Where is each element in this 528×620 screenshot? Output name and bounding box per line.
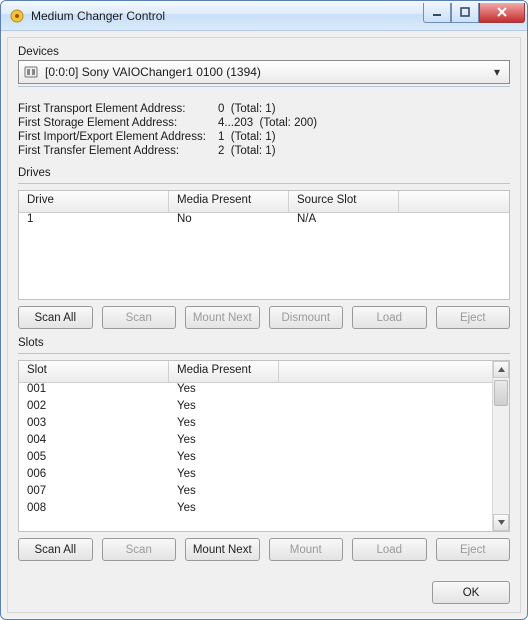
address-info: First Transport Element Address: 0 (Tota… — [18, 103, 510, 157]
first-storage-value: 4...203 (Total: 200) — [218, 117, 510, 129]
close-button[interactable] — [479, 3, 525, 23]
scroll-down-icon[interactable] — [493, 514, 509, 531]
slots-scan-all-button[interactable]: Scan All — [18, 538, 93, 561]
first-transfer-label: First Transfer Element Address: — [18, 145, 218, 157]
cell-media-present: Yes — [169, 383, 279, 400]
cell-media-present: Yes — [169, 485, 279, 502]
slots-mount-button[interactable]: Mount — [269, 538, 344, 561]
window-controls — [423, 3, 525, 23]
slots-mount-next-button[interactable]: Mount Next — [185, 538, 260, 561]
cell-media-present: Yes — [169, 400, 279, 417]
minimize-button[interactable] — [423, 3, 451, 23]
cell-slot: 006 — [19, 468, 169, 485]
device-selected-text: [0:0:0] Sony VAIOChanger1 0100 (1394) — [45, 65, 483, 79]
table-row[interactable]: 005Yes — [19, 451, 492, 468]
col-slot[interactable]: Slot — [19, 361, 169, 382]
divider — [18, 86, 510, 87]
slots-scrollbar[interactable] — [492, 361, 509, 531]
scrollbar-thumb[interactable] — [494, 380, 508, 406]
divider — [18, 183, 510, 184]
drives-button-row: Scan All Scan Mount Next Dismount Load E… — [18, 306, 510, 329]
cell-media-present: Yes — [169, 451, 279, 468]
window-title: Medium Changer Control — [31, 9, 417, 23]
slots-eject-button[interactable]: Eject — [436, 538, 511, 561]
first-importexport-value: 1 (Total: 1) — [218, 131, 510, 143]
cell-media-present: Yes — [169, 434, 279, 451]
scroll-up-icon[interactable] — [493, 361, 509, 378]
titlebar[interactable]: Medium Changer Control — [1, 1, 527, 31]
footer-row: OK — [18, 581, 510, 604]
table-row[interactable]: 003Yes — [19, 417, 492, 434]
drives-scan-button[interactable]: Scan — [102, 306, 177, 329]
col-spacer — [399, 191, 509, 212]
first-importexport-label: First Import/Export Element Address: — [18, 131, 218, 143]
drives-dismount-button[interactable]: Dismount — [269, 306, 344, 329]
cell-slot: 007 — [19, 485, 169, 502]
devices-label: Devices — [18, 46, 510, 60]
cell-slot: 002 — [19, 400, 169, 417]
drives-grid[interactable]: Drive Media Present Source Slot 1NoN/A — [18, 190, 510, 300]
cell-slot: 003 — [19, 417, 169, 434]
cell-slot: 008 — [19, 502, 169, 519]
cell-media-present: Yes — [169, 502, 279, 519]
cell-slot: 001 — [19, 383, 169, 400]
slots-header: Slot Media Present — [19, 361, 492, 383]
device-select[interactable]: [0:0:0] Sony VAIOChanger1 0100 (1394) ▾ — [18, 60, 510, 84]
ok-button[interactable]: OK — [432, 581, 510, 604]
first-transport-value: 0 (Total: 1) — [218, 103, 510, 115]
cell-media-present: Yes — [169, 468, 279, 485]
drives-scan-all-button[interactable]: Scan All — [18, 306, 93, 329]
col-media-present[interactable]: Media Present — [169, 361, 279, 382]
maximize-button[interactable] — [451, 3, 479, 23]
slots-load-button[interactable]: Load — [352, 538, 427, 561]
slots-button-row: Scan All Scan Mount Next Mount Load Ejec… — [18, 538, 510, 561]
table-row[interactable]: 1NoN/A — [19, 213, 509, 230]
col-spacer — [279, 361, 492, 382]
divider — [18, 353, 510, 354]
first-transfer-value: 2 (Total: 1) — [218, 145, 510, 157]
drives-load-button[interactable]: Load — [352, 306, 427, 329]
cell-media-present: Yes — [169, 417, 279, 434]
drives-label: Drives — [18, 167, 510, 181]
slots-label: Slots — [18, 337, 510, 351]
table-row[interactable]: 004Yes — [19, 434, 492, 451]
client-area: Devices [0:0:0] Sony VAIOChanger1 0100 (… — [7, 37, 521, 613]
slots-grid[interactable]: Slot Media Present 001Yes002Yes003Yes004… — [18, 360, 510, 532]
cell-drive: 1 — [19, 213, 169, 230]
table-row[interactable]: 007Yes — [19, 485, 492, 502]
table-row[interactable]: 002Yes — [19, 400, 492, 417]
drives-header: Drive Media Present Source Slot — [19, 191, 509, 213]
table-row[interactable]: 006Yes — [19, 468, 492, 485]
table-row[interactable]: 001Yes — [19, 383, 492, 400]
col-media-present[interactable]: Media Present — [169, 191, 289, 212]
cell-slot: 004 — [19, 434, 169, 451]
first-transport-label: First Transport Element Address: — [18, 103, 218, 115]
drives-eject-button[interactable]: Eject — [436, 306, 511, 329]
cell-source-slot: N/A — [289, 213, 399, 230]
tape-changer-icon — [23, 64, 39, 80]
drives-mount-next-button[interactable]: Mount Next — [185, 306, 260, 329]
cell-media-present: No — [169, 213, 289, 230]
table-row[interactable]: 008Yes — [19, 502, 492, 519]
col-source-slot[interactable]: Source Slot — [289, 191, 399, 212]
app-icon — [9, 8, 25, 24]
slots-scan-button[interactable]: Scan — [102, 538, 177, 561]
col-drive[interactable]: Drive — [19, 191, 169, 212]
cell-slot: 005 — [19, 451, 169, 468]
scrollbar-track[interactable] — [493, 378, 509, 514]
chevron-down-icon: ▾ — [489, 65, 505, 79]
first-storage-label: First Storage Element Address: — [18, 117, 218, 129]
app-window: Medium Changer Control Devices — [0, 0, 528, 620]
